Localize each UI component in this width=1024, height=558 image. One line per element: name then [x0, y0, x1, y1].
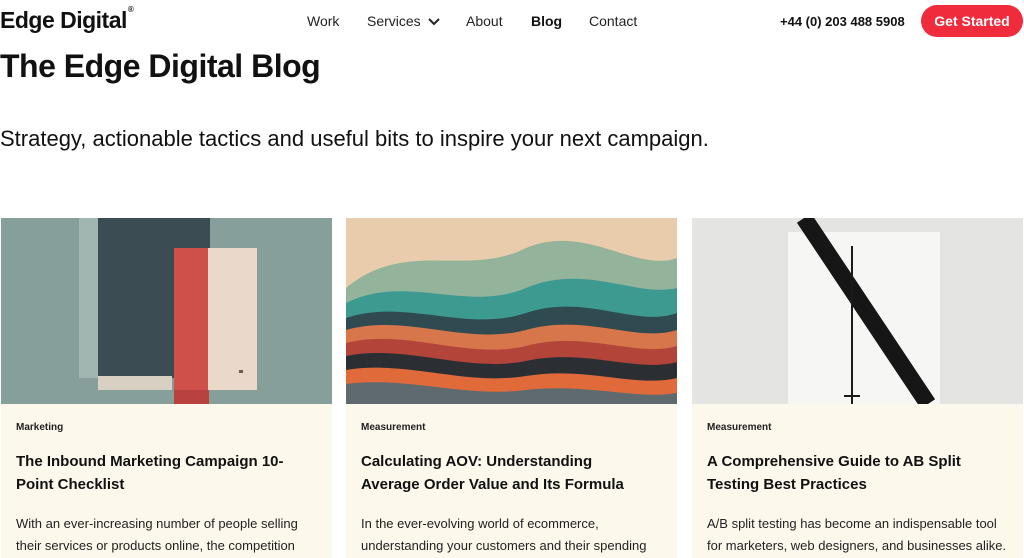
card-excerpt: A/B split testing has become an indispen…: [707, 516, 1007, 553]
card-image[interactable]: [346, 218, 677, 404]
nav-item-blog[interactable]: Blog: [531, 13, 562, 29]
card-excerpt: With an ever-increasing number of people…: [16, 516, 298, 553]
card-image[interactable]: [1, 218, 332, 404]
site-header: Edge Digital® Work Services About Blog C…: [0, 0, 1024, 44]
card-category[interactable]: Measurement: [707, 422, 771, 433]
nav-item-services-label: Services: [367, 13, 421, 29]
page-subtitle: Strategy, actionable tactics and useful …: [0, 126, 709, 151]
phone-link[interactable]: +44 (0) 203 488 5908: [780, 14, 905, 29]
blog-card[interactable]: Marketing The Inbound Marketing Campaign…: [1, 218, 332, 558]
nav-item-work[interactable]: Work: [307, 13, 339, 29]
nav-item-services[interactable]: Services: [367, 13, 441, 29]
nav-item-contact[interactable]: Contact: [589, 13, 637, 29]
card-title[interactable]: Calculating AOV: Understanding Average O…: [361, 450, 651, 496]
get-started-button[interactable]: Get Started: [921, 5, 1023, 37]
nav-item-about[interactable]: About: [466, 13, 503, 29]
card-category[interactable]: Measurement: [361, 422, 425, 433]
blog-card[interactable]: Measurement Calculating AOV: Understandi…: [346, 218, 677, 558]
page-title: The Edge Digital Blog: [0, 48, 321, 84]
card-category[interactable]: Marketing: [16, 422, 63, 433]
chevron-down-icon: [427, 18, 440, 26]
card-image[interactable]: [692, 218, 1023, 404]
card-excerpt: In the ever-evolving world of ecommerce,…: [361, 516, 647, 553]
card-title[interactable]: A Comprehensive Guide to AB Split Testin…: [707, 450, 997, 496]
blog-card[interactable]: Measurement A Comprehensive Guide to AB …: [692, 218, 1023, 558]
card-title[interactable]: The Inbound Marketing Campaign 10-Point …: [16, 450, 306, 496]
